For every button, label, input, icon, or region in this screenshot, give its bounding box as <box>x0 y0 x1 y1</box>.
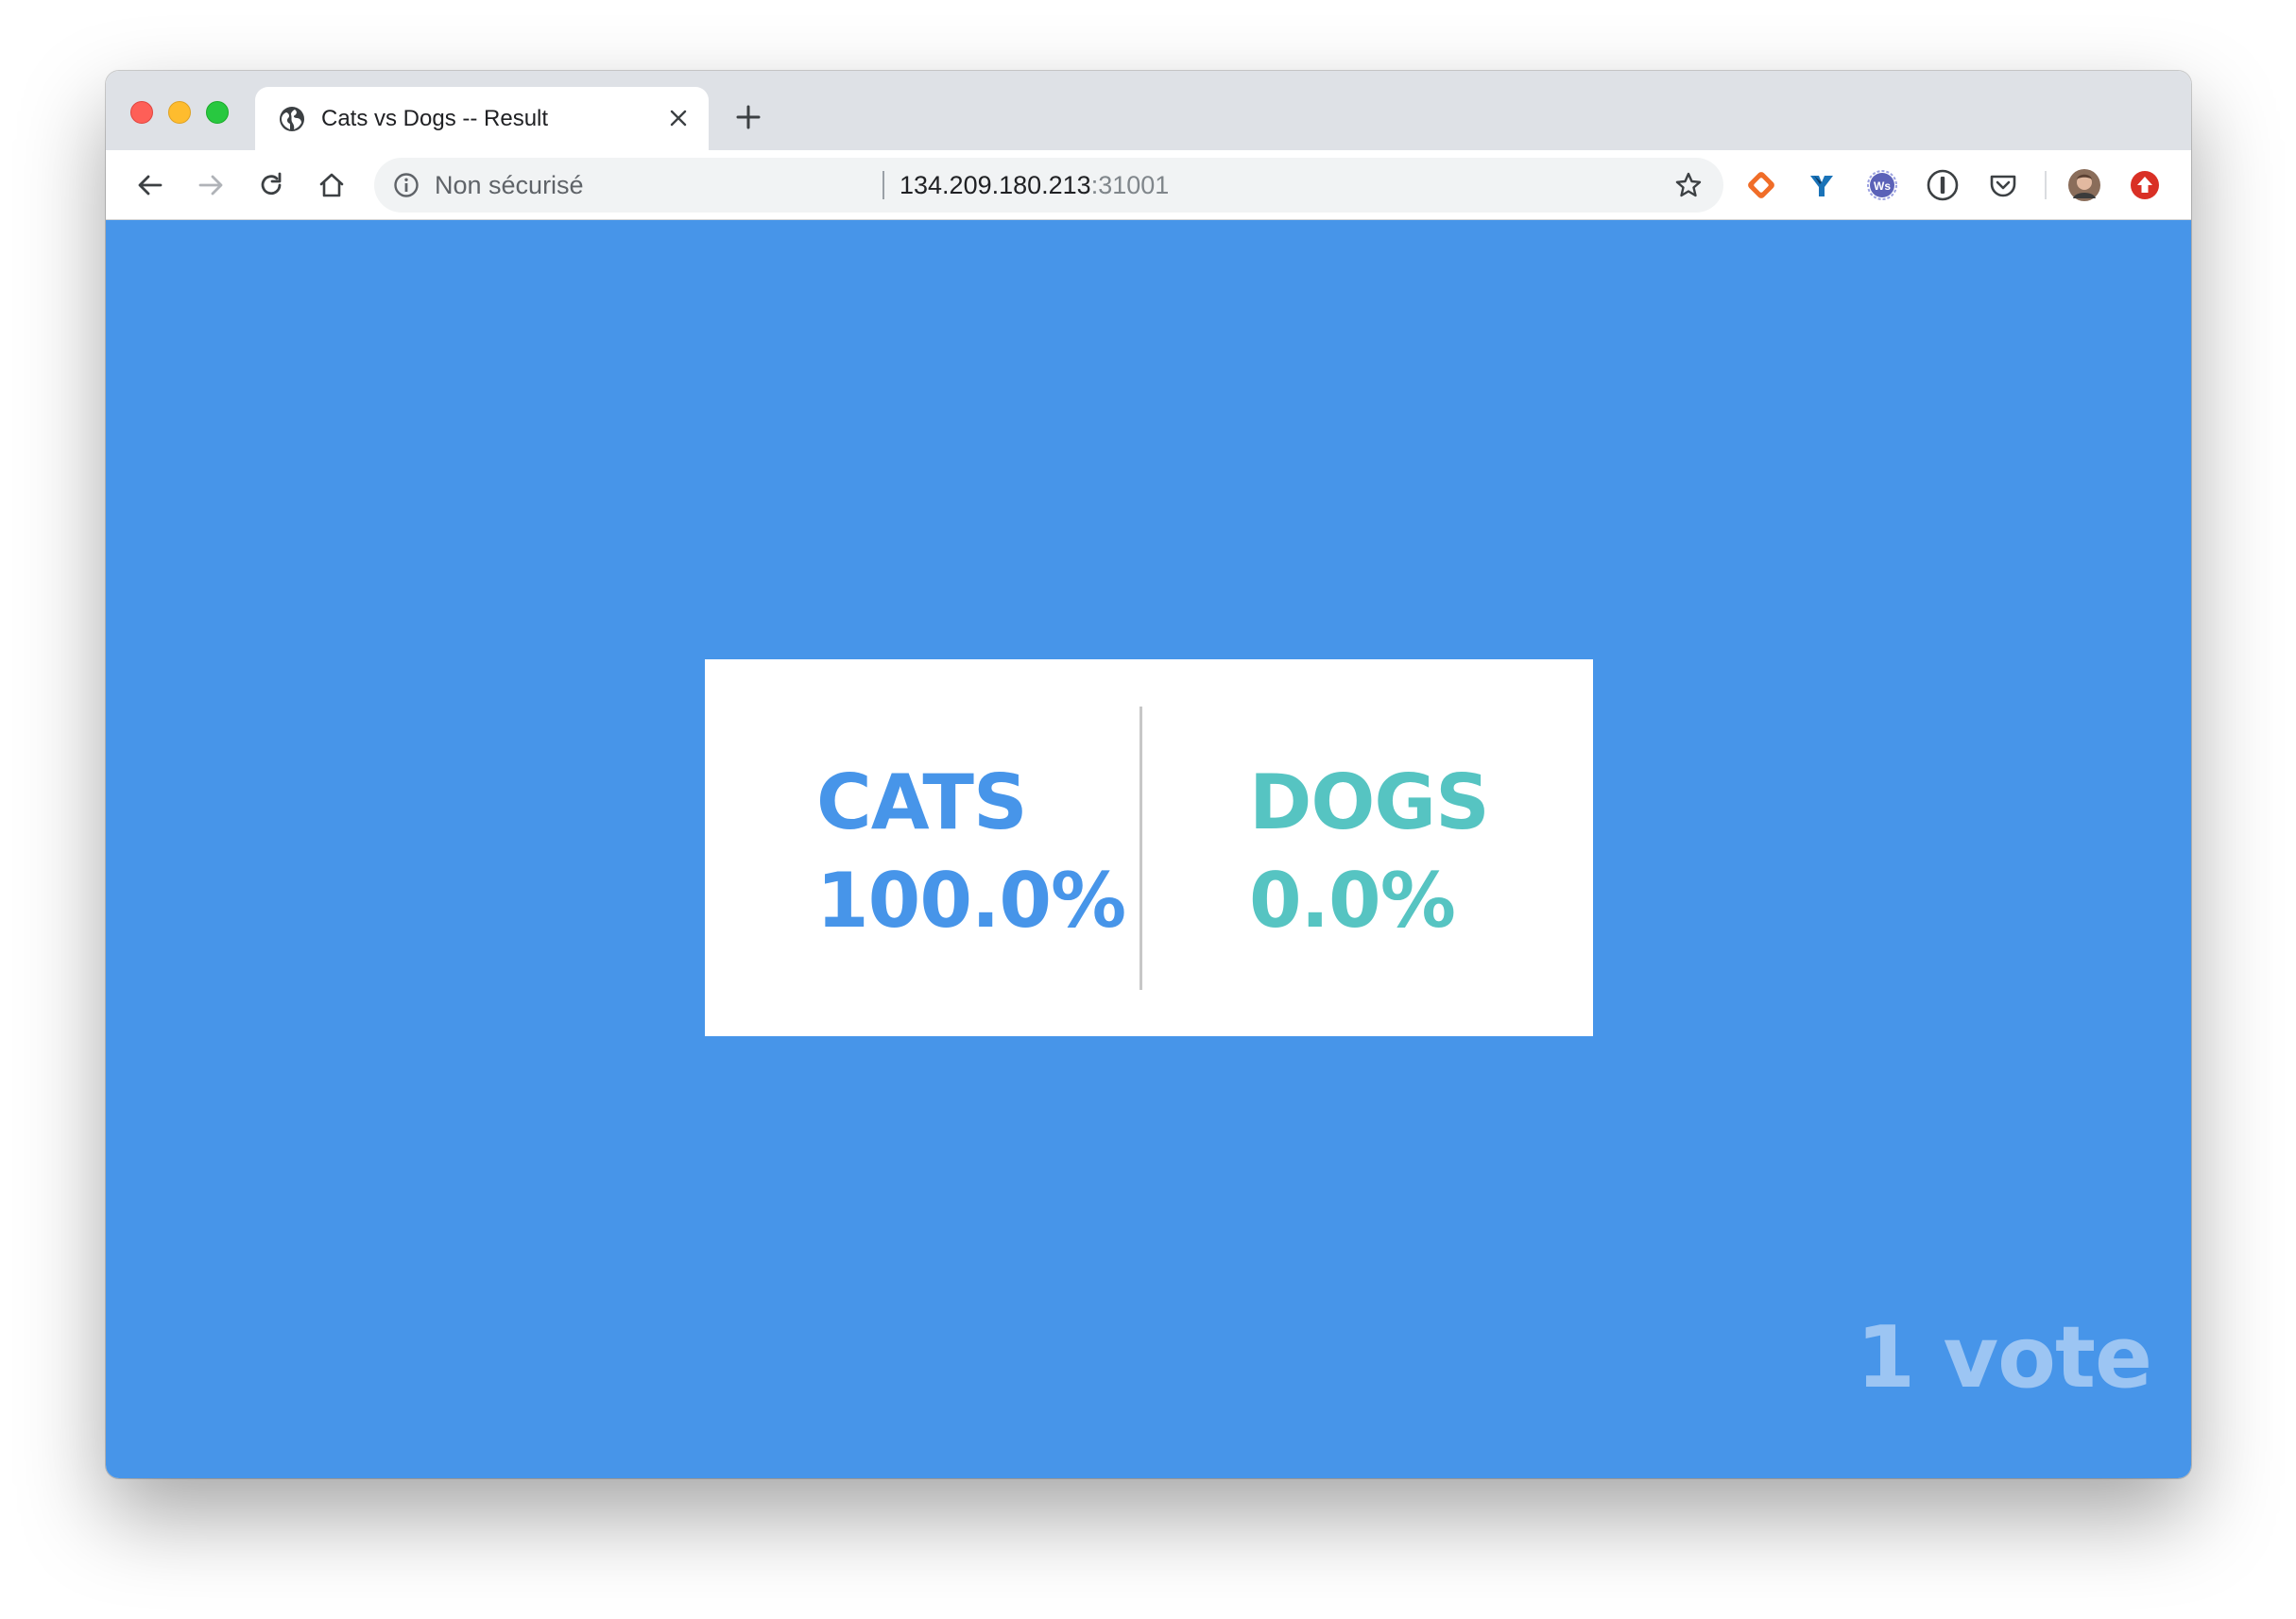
dogs-result: DOGS 0.0% <box>1249 754 1490 950</box>
page-content: CATS 100.0% DOGS 0.0% 1 vote <box>106 220 2191 1478</box>
globe-icon <box>280 107 304 131</box>
close-window-button[interactable] <box>130 101 153 124</box>
svg-text:Ws: Ws <box>1874 179 1891 193</box>
home-icon[interactable] <box>314 167 350 203</box>
pocket-icon[interactable] <box>1986 168 2020 202</box>
results-card: CATS 100.0% DOGS 0.0% <box>705 659 1593 1036</box>
maximize-window-button[interactable] <box>206 101 229 124</box>
reload-icon[interactable] <box>253 167 289 203</box>
info-icon[interactable] <box>393 172 420 198</box>
omnibox-separator <box>882 171 884 199</box>
cats-label: CATS <box>816 758 1028 846</box>
profile-avatar[interactable] <box>2067 168 2101 202</box>
close-tab-icon[interactable] <box>665 105 692 131</box>
y-extension-icon[interactable] <box>1805 168 1839 202</box>
forward-icon[interactable] <box>193 167 229 203</box>
browser-window: Cats vs Dogs -- Result Non sécurisé 134.… <box>106 71 2191 1478</box>
cats-result: CATS 100.0% <box>816 754 1126 950</box>
security-label: Non sécurisé <box>435 171 584 199</box>
tab-title: Cats vs Dogs -- Result <box>321 106 549 131</box>
vote-count: 1 vote <box>1856 1308 2152 1407</box>
url-port: :31001 <box>1090 171 1170 199</box>
results-divider <box>1139 707 1142 990</box>
minimize-window-button[interactable] <box>168 101 191 124</box>
tab-strip: Cats vs Dogs -- Result <box>106 71 2191 150</box>
address-bar[interactable]: Non sécurisé 134.209.180.213:31001 <box>374 158 1723 213</box>
1password-icon[interactable] <box>1926 168 1960 202</box>
update-icon[interactable] <box>2128 168 2162 202</box>
ws-extension-icon[interactable]: Ws <box>1865 168 1899 202</box>
toolbar-divider <box>2045 171 2047 199</box>
back-icon[interactable] <box>132 167 168 203</box>
browser-toolbar: Non sécurisé 134.209.180.213:31001 Ws <box>106 150 2191 220</box>
diamond-extension-icon[interactable] <box>1744 168 1778 202</box>
tab-result[interactable]: Cats vs Dogs -- Result <box>255 87 709 150</box>
dogs-percent: 0.0% <box>1249 857 1456 945</box>
bookmark-star-icon[interactable] <box>1674 171 1703 199</box>
url-text[interactable]: 134.209.180.213:31001 <box>900 170 1169 200</box>
url-host: 134.209.180.213 <box>900 171 1091 199</box>
cats-percent: 100.0% <box>816 857 1126 945</box>
dogs-label: DOGS <box>1249 758 1490 846</box>
new-tab-icon[interactable] <box>731 100 765 134</box>
